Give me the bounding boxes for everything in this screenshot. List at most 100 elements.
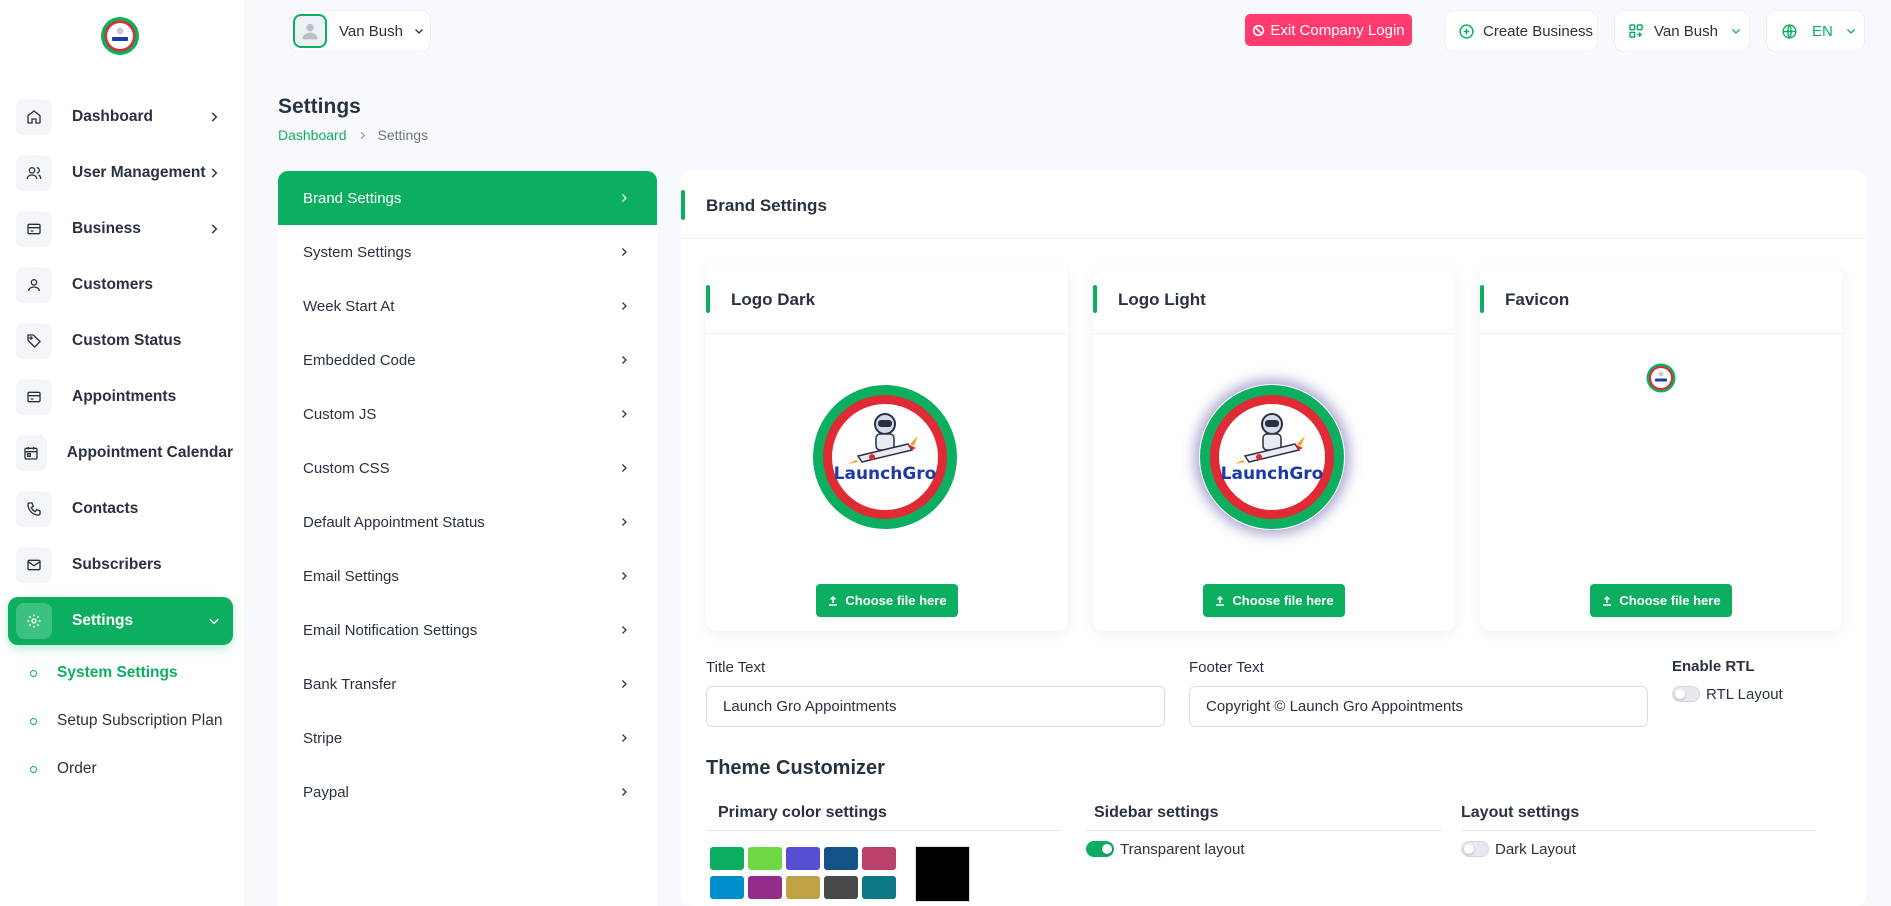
settings-menu-label: Email Notification Settings [303,621,478,639]
upload-icon [1603,595,1612,606]
choose-file-label: Choose file here [1232,593,1334,608]
settings-menu-item-system-settings[interactable]: System Settings [278,225,657,279]
exit-company-login-button[interactable]: Exit Company Login [1245,14,1412,46]
sidebar-item-customers[interactable]: Customers [8,261,233,309]
logo-dark-card: Logo Dark LaunchGro Choose file here [706,265,1068,631]
settings-menu-item-brand-settings[interactable]: Brand Settings [278,171,657,225]
accent-bar [1093,285,1097,313]
footer-text-input[interactable] [1189,686,1648,727]
divider [706,830,1061,831]
custom-color-picker[interactable] [915,846,970,902]
submenu-item-setup-subscription-plan[interactable]: Setup Subscription Plan [30,712,222,730]
globe-icon [1782,23,1797,39]
chevron-right-icon [622,788,627,796]
enable-rtl-label: Enable RTL [1672,658,1755,675]
settings-menu-label: Embedded Code [303,351,416,369]
color-swatch-rose[interactable] [862,847,896,870]
color-swatch-blue[interactable] [710,876,744,899]
dark-layout-toggle[interactable] [1461,841,1489,857]
settings-menu-item-stripe[interactable]: Stripe [278,711,657,765]
brand-logo[interactable] [100,16,140,56]
submenu-item-label: System Settings [57,664,178,681]
sidebar-item-custom-status[interactable]: Custom Status [8,317,233,365]
sidebar-item-appointment-calendar[interactable]: Appointment Calendar [8,429,233,477]
settings-menu-item-custom-css[interactable]: Custom CSS [278,441,657,495]
chevron-right-icon [622,194,627,202]
chevron-right-icon [622,464,627,472]
settings-menu-item-bank-transfer[interactable]: Bank Transfer [278,657,657,711]
chevron-right-icon [211,168,218,178]
sidebar-item-subscribers[interactable]: Subscribers [8,541,233,589]
color-swatch-lime[interactable] [748,847,782,870]
color-swatch-gray[interactable] [824,876,858,899]
sidebar-item-settings[interactable]: Settings [8,597,233,645]
settings-menu-item-week-start-at[interactable]: Week Start At [278,279,657,333]
settings-menu-item-custom-js[interactable]: Custom JS [278,387,657,441]
language-switcher[interactable]: EN [1766,10,1865,52]
sidebar-item-label: Custom Status [72,332,182,349]
create-business-button[interactable]: Create Business [1444,10,1598,52]
color-swatch-green[interactable] [710,847,744,870]
chevron-right-icon [622,410,627,418]
settings-menu-item-email-settings[interactable]: Email Settings [278,549,657,603]
divider [1461,830,1816,831]
brand-settings-card: Brand Settings Logo Dark LaunchGro Choos… [681,171,1866,906]
users-icon [16,155,52,191]
choose-logo-dark-button[interactable]: Choose file here [816,584,958,617]
chevron-right-icon [622,626,627,634]
choose-favicon-button[interactable]: Choose file here [1590,584,1732,617]
color-swatch-purple[interactable] [748,876,782,899]
sidebar-item-label: Appointment Calendar [66,444,233,461]
avatar [293,14,327,48]
theme-customizer-title: Theme Customizer [706,757,885,779]
settings-menu-item-paypal[interactable]: Paypal [278,765,657,819]
create-business-label: Create Business [1483,22,1594,40]
exit-company-login-label: Exit Company Login [1270,21,1405,39]
sidebar-item-label: Customers [72,276,153,293]
color-swatch-indigo[interactable] [786,847,820,870]
sidebar-item-label: Contacts [72,500,139,517]
chevron-right-icon [622,680,627,688]
ban-icon [1253,24,1265,36]
settings-menu-item-embedded-code[interactable]: Embedded Code [278,333,657,387]
sidebar-item-user-management[interactable]: User Management [8,149,233,197]
transparent-layout-toggle[interactable] [1086,841,1114,857]
chevron-right-icon [622,302,627,310]
sidebar-item-appointments[interactable]: Appointments [8,373,233,421]
choose-file-label: Choose file here [845,593,947,608]
sidebar-item-business[interactable]: Business [8,205,233,253]
submenu-item-order[interactable]: Order [30,760,97,778]
settings-menu-item-default-appointment-status[interactable]: Default Appointment Status [278,495,657,549]
color-swatch-teal[interactable] [862,876,896,899]
submenu-item-system-settings[interactable]: System Settings [30,664,178,682]
settings-menu-label: Default Appointment Status [303,513,485,531]
phone-icon [16,491,52,527]
upload-icon [829,595,838,606]
settings-menu-label: Week Start At [303,297,395,315]
sidebar-item-dashboard[interactable]: Dashboard [8,93,233,141]
breadcrumb-link-dashboard[interactable]: Dashboard [278,127,347,143]
settings-menu-label: Email Settings [303,567,399,585]
rtl-layout-toggle[interactable] [1672,686,1700,702]
submenu-item-label: Setup Subscription Plan [57,712,223,729]
footer-text-label: Footer Text [1189,659,1264,676]
breadcrumb: Dashboard Settings [278,127,428,143]
transparent-layout-label: Transparent layout [1120,841,1245,858]
sidebar-item-contacts[interactable]: Contacts [8,485,233,533]
card-icon [16,211,52,247]
user-menu[interactable]: Van Bush [289,10,431,52]
logo-wordmark: LaunchGro [1220,464,1324,484]
business-switcher[interactable]: Van Bush [1614,10,1750,52]
settings-menu-item-email-notification-settings[interactable]: Email Notification Settings [278,603,657,657]
breadcrumb-current: Settings [377,127,429,143]
logo-wordmark: LaunchGro [833,464,937,484]
sidebar: Dashboard User Management Business Custo… [0,0,244,906]
choose-logo-light-button[interactable]: Choose file here [1203,584,1345,617]
settings-menu-label: Brand Settings [303,189,402,207]
title-text-input[interactable] [706,686,1165,727]
bullet-icon [30,717,37,725]
settings-menu-label: Custom JS [303,405,377,423]
logo-card-header: Logo Dark [706,265,1068,334]
color-swatch-navy[interactable] [824,847,858,870]
color-swatch-gold[interactable] [786,876,820,899]
